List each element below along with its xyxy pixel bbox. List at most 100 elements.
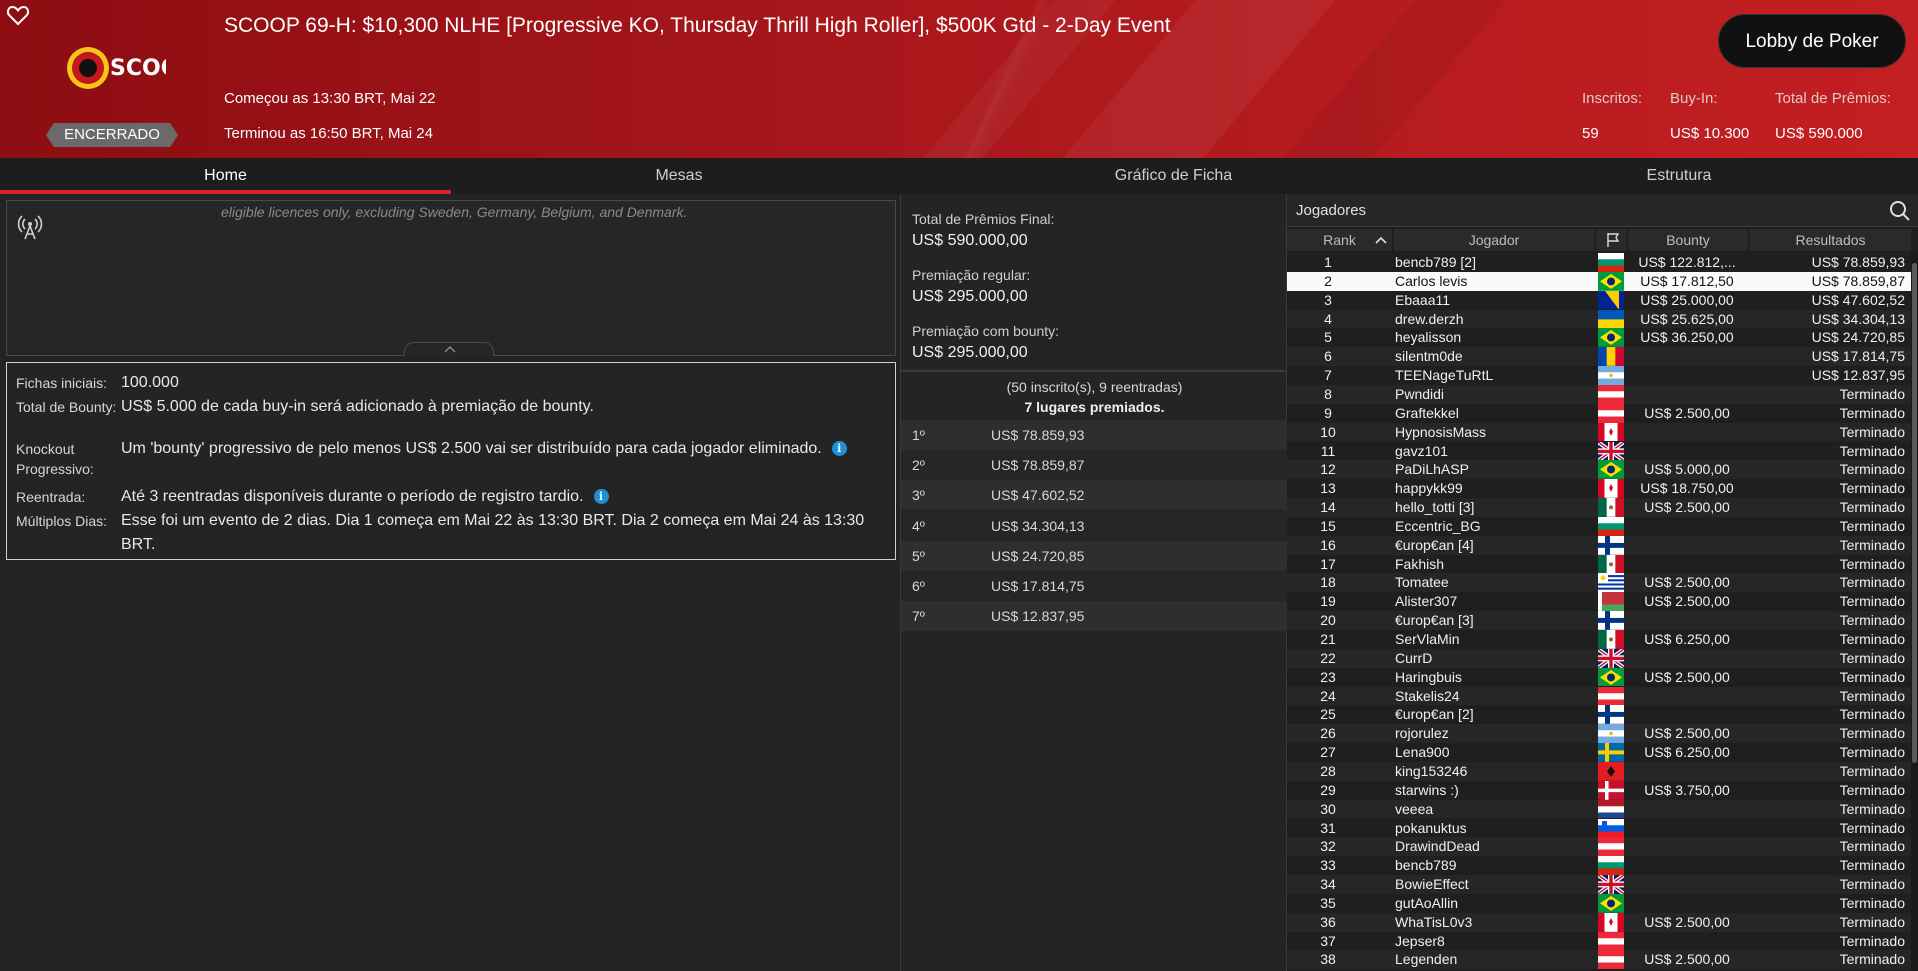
player-row[interactable]: 34 BowieEffect Terminado — [1287, 875, 1911, 894]
player-row[interactable]: 10 HypnosisMass Terminado — [1287, 422, 1911, 442]
player-row[interactable]: 30 veeea Terminado — [1287, 799, 1911, 819]
player-row[interactable]: 31 pokanuktus Terminado — [1287, 818, 1911, 838]
player-result: Terminado — [1839, 442, 1905, 459]
player-row[interactable]: 16 €urop€an [4] Terminado — [1287, 535, 1911, 555]
player-row[interactable]: 23 Haringbuis US$ 2.500,00 Terminado — [1287, 667, 1911, 687]
player-result: Terminado — [1839, 668, 1905, 685]
player-row[interactable]: 4 drew.derzh US$ 25.625,00 US$ 34.304,13 — [1287, 309, 1911, 329]
argentina-flag-icon — [1598, 724, 1624, 744]
player-result: US$ 78.859,93 — [1811, 254, 1905, 270]
player-rank: 25 — [1320, 706, 1336, 723]
scrollbar-thumb[interactable] — [1912, 263, 1917, 763]
tab-chip-chart[interactable]: Gráfico de Ficha — [907, 158, 1440, 194]
player-row[interactable]: 1 bencb789 [2] US$ 122.812,... US$ 78.859,9… — [1287, 253, 1911, 272]
player-row[interactable]: 27 Lena900 US$ 6.250,00 Terminado — [1287, 743, 1911, 762]
brazil-flag-icon — [1598, 328, 1624, 348]
detail-label: Múltiplos Dias: — [16, 513, 108, 529]
player-row[interactable]: 6 silentm0de US$ 17.814,75 — [1287, 347, 1911, 367]
ukraine-flag-icon — [1598, 309, 1624, 329]
brazil-flag-icon — [1598, 460, 1624, 480]
poker-lobby-button[interactable]: Lobby de Poker — [1718, 14, 1906, 68]
player-row[interactable]: 18 Tomatee US$ 2.500,00 Terminado — [1287, 573, 1911, 593]
player-bounty: US$ 6.250,00 — [1644, 744, 1730, 761]
prize-pool-value: US$ 590.000 — [1775, 125, 1863, 142]
player-name: Carlos levis — [1395, 272, 1468, 289]
player-name: Graftekkel — [1395, 404, 1459, 421]
payout-place: 5º — [912, 547, 925, 564]
chevron-up-icon — [444, 345, 456, 353]
player-row[interactable]: 24 Stakelis24 Terminado — [1287, 686, 1911, 706]
player-row[interactable]: 2 Carlos levis US$ 17.812,50 US$ 78.859,87 — [1287, 271, 1911, 291]
uk-flag-icon — [1598, 648, 1624, 668]
mexico-flag-icon — [1598, 554, 1624, 574]
player-row[interactable]: 35 gutAoAllin Terminado — [1287, 893, 1911, 913]
player-row[interactable]: 15 Eccentric_BG Terminado — [1287, 516, 1911, 536]
buyin-label: Buy-In: — [1670, 90, 1718, 107]
player-row[interactable]: 33 bencb789 Terminado — [1287, 856, 1911, 875]
payout-amount: US$ 47.602,52 — [991, 487, 1085, 504]
player-name: hello_totti [3] — [1395, 499, 1475, 516]
player-bounty: US$ 122.812,... — [1638, 254, 1736, 270]
player-row[interactable]: 5 heyalisson US$ 36.250,00 US$ 24.720,85 — [1287, 328, 1911, 348]
player-row[interactable]: 21 SerVlaMin US$ 6.250,00 Terminado — [1287, 630, 1911, 649]
player-row[interactable]: 9 Graftekkel US$ 2.500,00 Terminado — [1287, 403, 1911, 423]
player-result: Terminado — [1839, 574, 1905, 591]
player-name: drew.derzh — [1395, 310, 1464, 327]
player-row[interactable]: 25 €urop€an [2] Terminado — [1287, 705, 1911, 725]
player-row[interactable]: 32 DrawindDead Terminado — [1287, 837, 1911, 857]
austria-flag-icon — [1598, 950, 1624, 970]
flag-icon — [1607, 233, 1620, 247]
player-row[interactable]: 3 Ebaaa11 US$ 25.000,00 US$ 47.602,52 — [1287, 290, 1911, 310]
player-row[interactable]: 12 PaDiLhASP US$ 5.000,00 Terminado — [1287, 460, 1911, 480]
col-rank[interactable]: Rank — [1287, 229, 1392, 251]
info-icon[interactable]: i — [593, 489, 609, 504]
player-row[interactable]: 19 Alister307 US$ 2.500,00 Terminado — [1287, 592, 1911, 612]
player-row[interactable]: 11 gavz101 Terminado — [1287, 441, 1911, 461]
collapse-handle[interactable] — [404, 342, 494, 356]
player-result: Terminado — [1839, 876, 1905, 893]
player-row[interactable]: 36 WhaTisL0v3 US$ 2.500,00 Terminado — [1287, 912, 1911, 932]
player-rank: 19 — [1320, 593, 1336, 610]
player-row[interactable]: 20 €urop€an [3] Terminado — [1287, 611, 1911, 630]
player-name: €urop€an [2] — [1395, 706, 1474, 723]
player-bounty: US$ 18.750,00 — [1640, 480, 1734, 497]
player-row[interactable]: 13 happykk99 US$ 18.750,00 Terminado — [1287, 479, 1911, 498]
col-results[interactable]: Resultados — [1750, 229, 1911, 251]
player-name: gavz101 — [1395, 442, 1448, 459]
albania-flag-icon — [1598, 761, 1624, 781]
player-row[interactable]: 8 Pwndidi Terminado — [1287, 384, 1911, 404]
player-row[interactable]: 17 Fakhish Terminado — [1287, 554, 1911, 574]
player-name: Legenden — [1395, 951, 1458, 968]
player-row[interactable]: 26 rojorulez US$ 2.500,00 Terminado — [1287, 724, 1911, 744]
player-rank: 10 — [1320, 423, 1336, 440]
player-row[interactable]: 22 CurrD Terminado — [1287, 648, 1911, 668]
info-icon[interactable]: i — [831, 441, 847, 456]
player-result: US$ 47.602,52 — [1811, 291, 1905, 308]
col-country[interactable] — [1596, 229, 1626, 251]
col-player[interactable]: Jogador — [1394, 229, 1594, 251]
payout-place: 6º — [912, 578, 925, 594]
player-rank: 14 — [1320, 499, 1336, 516]
favorite-heart-icon[interactable] — [6, 4, 30, 26]
player-row[interactable]: 7 TEENageTuRtL US$ 12.837,95 — [1287, 366, 1911, 385]
payout-row: 7º US$ 12.837,95 — [901, 601, 1288, 632]
tab-home[interactable]: Home — [0, 158, 451, 194]
tab-tables[interactable]: Mesas — [451, 158, 907, 194]
players-scrollbar[interactable] — [1911, 253, 1918, 971]
players-header: Jogadores — [1287, 194, 1918, 227]
player-result: Terminado — [1839, 838, 1905, 855]
col-bounty[interactable]: Bounty — [1628, 229, 1748, 251]
player-row[interactable]: 37 Jepser8 Terminado — [1287, 931, 1911, 951]
tournament-info-box[interactable]: eligible licences only, excluding Sweden… — [6, 200, 896, 356]
player-row[interactable]: 28 king153246 Terminado — [1287, 761, 1911, 781]
player-row[interactable]: 38 Legenden US$ 2.500,00 Terminado — [1287, 950, 1911, 970]
player-bounty: US$ 2.500,00 — [1644, 951, 1730, 968]
search-icon[interactable] — [1889, 200, 1911, 222]
payout-place: 3º — [912, 487, 925, 504]
player-rank: 22 — [1320, 649, 1336, 666]
player-row[interactable]: 14 hello_totti [3] US$ 2.500,00 Terminado — [1287, 498, 1911, 517]
bosnia-flag-icon — [1598, 290, 1624, 310]
player-row[interactable]: 29 starwins :) US$ 3.750,00 Terminado — [1287, 780, 1911, 800]
payout-row: 2º US$ 78.859,87 — [901, 450, 1288, 481]
tab-structure[interactable]: Estrutura — [1440, 158, 1918, 194]
